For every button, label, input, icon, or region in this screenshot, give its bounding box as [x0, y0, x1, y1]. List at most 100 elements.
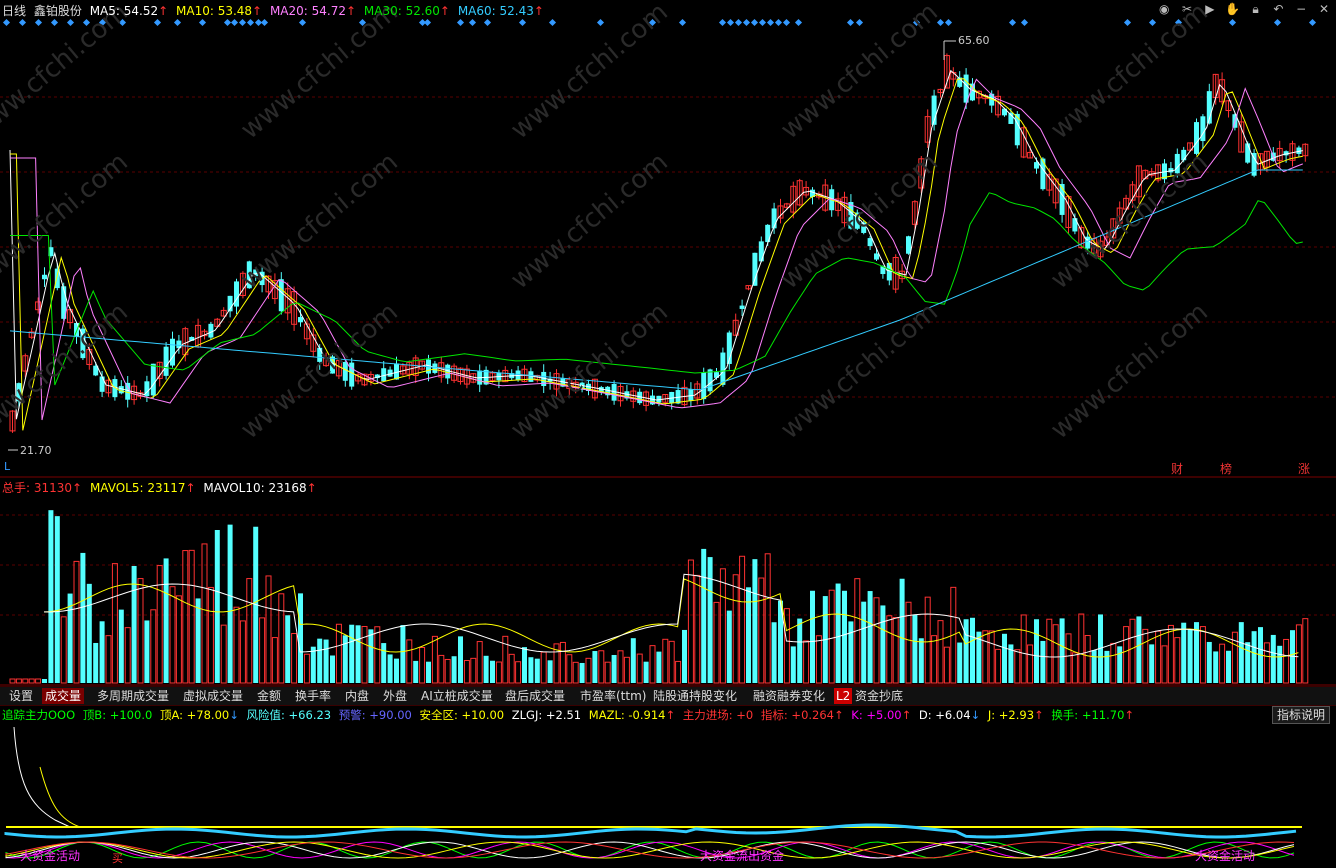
- volume-bar: [35, 678, 42, 684]
- volume-bar: [54, 516, 60, 683]
- candle-body: [1245, 143, 1251, 163]
- volume-bar: [381, 643, 387, 683]
- safe-zone: 安全区: +10.00: [419, 708, 505, 722]
- indicator-chart-canvas[interactable]: [0, 705, 1336, 868]
- watermark-text: www.cfchi.com: [1045, 297, 1214, 445]
- tab-after-hours-volume[interactable]: 盘后成交量: [502, 688, 568, 704]
- volume-bar: [1020, 614, 1027, 684]
- badge-cai[interactable]: 财: [1171, 460, 1183, 477]
- tab-volume[interactable]: 成交量: [42, 688, 85, 704]
- volume-bar: [80, 552, 86, 683]
- volume-bar: [1174, 637, 1181, 684]
- volume-bar: [105, 635, 112, 684]
- signal-diamond: [2, 18, 11, 27]
- volume-chart-canvas[interactable]: [0, 478, 1336, 686]
- volume-bar: [1167, 624, 1174, 684]
- candle-body: [349, 362, 355, 387]
- candle-body: [701, 372, 707, 400]
- volume-bar: [310, 646, 316, 683]
- candle-body: [1200, 116, 1206, 142]
- volume-bar: [957, 642, 963, 683]
- play-icon[interactable]: ▶: [1202, 1, 1218, 17]
- warning-value: 预警: +90.00: [338, 708, 412, 722]
- volume-bar: [662, 638, 669, 684]
- candle-body: [906, 236, 911, 254]
- hand-icon[interactable]: ✋: [1225, 1, 1241, 17]
- signal-diamond: [1123, 18, 1132, 27]
- volume-bar: [797, 618, 803, 683]
- signal-diamond: [774, 18, 783, 27]
- volume-chart-pane[interactable]: 总手: 31130↑ MAVOL5: 23117↑ MAVOL10: 23168…: [0, 478, 1336, 686]
- candle-body: [278, 279, 284, 312]
- volume-bar: [1206, 641, 1212, 683]
- watermark-text: www.cfchi.com: [505, 0, 674, 145]
- tab-capital-bottom[interactable]: 资金抄底: [852, 688, 906, 704]
- volume-bar: [285, 615, 291, 683]
- signal-diamond: [758, 18, 767, 27]
- minus-icon[interactable]: −: [1293, 1, 1309, 17]
- badge-bang[interactable]: 榜: [1220, 460, 1232, 477]
- tab-settings[interactable]: 设置: [6, 688, 36, 704]
- candle-body: [170, 338, 175, 366]
- volume-bar: [547, 660, 553, 683]
- eye-icon[interactable]: ◉: [1156, 1, 1172, 17]
- tab-hk-connect[interactable]: 陆股通持股变化: [650, 688, 740, 704]
- volume-bar: [28, 678, 35, 684]
- volume-bar: [886, 615, 893, 684]
- volume-bar: [1084, 635, 1091, 684]
- close-icon[interactable]: ✕: [1316, 1, 1332, 17]
- volume-bar: [426, 661, 431, 683]
- signal-diamond: [548, 18, 557, 27]
- volume-bar: [1219, 643, 1226, 684]
- badge-zhang[interactable]: 涨: [1298, 460, 1310, 477]
- overlay-label-a: 大资金活动: [20, 849, 81, 863]
- volume-bar: [1270, 634, 1276, 683]
- price-chart-pane[interactable]: www.cfchi.com www.cfchi.com www.cfchi.com w…: [0, 0, 1336, 478]
- volume-bar: [1283, 638, 1290, 684]
- volume-bar: [707, 557, 713, 683]
- candle-body: [720, 352, 726, 385]
- tab-margin[interactable]: 融资融券变化: [750, 688, 828, 704]
- volume-bar: [623, 656, 630, 684]
- signal-diamond: [718, 18, 727, 27]
- volume-bar: [137, 578, 144, 684]
- tab-outer[interactable]: 外盘: [380, 688, 410, 704]
- indicator-name: 追踪主力OOO: [2, 708, 76, 722]
- volume-bar: [495, 661, 502, 684]
- volume-bar: [323, 639, 329, 683]
- indicator-help-button[interactable]: 指标说明: [1271, 706, 1330, 724]
- volume-bar: [278, 593, 285, 684]
- tab-inner[interactable]: 内盘: [342, 688, 372, 704]
- volume-bar: [1302, 618, 1309, 684]
- volume-bar: [649, 645, 656, 684]
- ma30-value: MA30: 52.60: [363, 4, 440, 18]
- signal-diamond: [66, 18, 75, 27]
- volume-bar: [1002, 633, 1007, 683]
- signal-diamond: [50, 18, 59, 27]
- back-icon[interactable]: ↶: [1270, 1, 1286, 17]
- signal-diamond: [944, 18, 953, 27]
- volume-bar: [1142, 628, 1149, 684]
- volume-bar: [1110, 642, 1117, 684]
- volume-bar: [431, 635, 438, 684]
- volume-bar: [394, 658, 399, 683]
- volume-bar: [73, 560, 80, 684]
- tab-turnover[interactable]: 换手率: [292, 688, 334, 704]
- volume-bar: [528, 657, 534, 683]
- candle-body: [771, 208, 777, 229]
- tab-ai-volume[interactable]: AI立桩成交量: [418, 688, 496, 704]
- tab-amount[interactable]: 金额: [254, 688, 284, 704]
- volume-bar: [912, 614, 918, 683]
- period-label[interactable]: 日线: [2, 4, 26, 18]
- volume-bar: [1226, 650, 1231, 683]
- volume-bar: [694, 574, 701, 684]
- lock-icon[interactable]: 🔒︎: [1248, 1, 1264, 17]
- tab-multi-period-volume[interactable]: 多周期成交量: [94, 688, 172, 704]
- indicator-chart-pane[interactable]: 追踪主力OOO 顶B: +100.0 顶A: +78.00↓ 风险值: +66.…: [0, 705, 1336, 868]
- ding-b: 顶B: +100.0: [82, 708, 153, 722]
- volume-bar: [579, 662, 585, 683]
- tab-virtual-volume[interactable]: 虚拟成交量: [180, 688, 246, 704]
- tab-pe-ttm[interactable]: 市盈率(ttm): [577, 688, 649, 704]
- price-chart-canvas[interactable]: www.cfchi.comwww.cfchi.comwww.cfchi.comw…: [0, 0, 1336, 478]
- scissors-icon[interactable]: ✂: [1179, 1, 1195, 17]
